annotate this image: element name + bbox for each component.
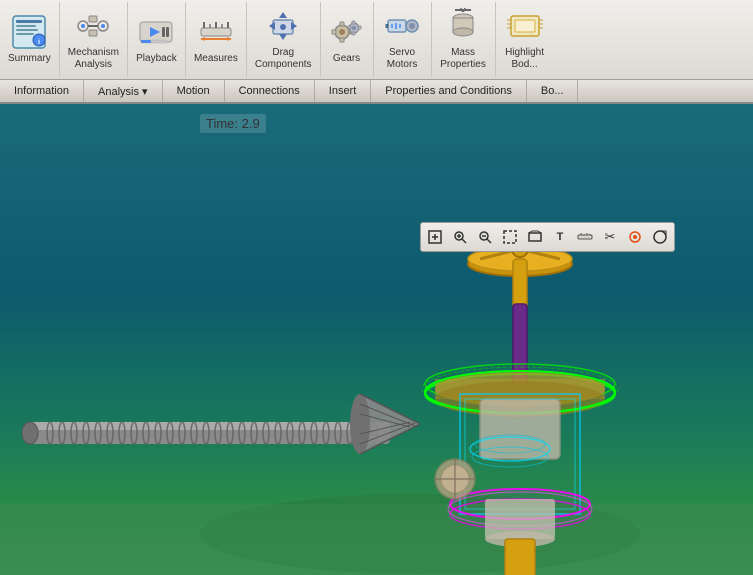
playback-button[interactable]: Playback	[128, 2, 186, 77]
drag-components-icon	[265, 8, 301, 44]
zoom-fit-button[interactable]	[423, 225, 447, 249]
ribbon-tabs: Information Analysis ▾ Motion Connection…	[0, 80, 753, 104]
tab-more[interactable]: Bo...	[527, 80, 579, 102]
main-toolbar: i Summary Mechanism Analysis	[0, 0, 753, 80]
tab-motion[interactable]: Motion	[163, 80, 225, 102]
view-toolbar: T ✂	[420, 222, 675, 252]
servo-motors-icon	[384, 8, 420, 44]
mechanism-analysis-icon	[75, 8, 111, 44]
3d-scene	[0, 104, 753, 575]
text-button[interactable]: T	[548, 225, 572, 249]
summary-icon: i	[11, 14, 47, 50]
playback-icon	[138, 14, 174, 50]
zoom-in-button[interactable]	[448, 225, 472, 249]
svg-text:i: i	[38, 39, 40, 46]
time-display: Time: 2.9	[200, 114, 266, 133]
servo-motors-button[interactable]: Servo Motors	[374, 2, 432, 77]
box-select-button[interactable]	[498, 225, 522, 249]
measure-ruler-button[interactable]	[573, 225, 597, 249]
tab-connections[interactable]: Connections	[225, 80, 315, 102]
measures-button[interactable]: Measures	[186, 2, 247, 77]
tab-information[interactable]: Information	[0, 80, 84, 102]
mechanism-analysis-label: Mechanism Analysis	[68, 47, 119, 71]
drag-components-button[interactable]: Drag Components	[247, 2, 321, 77]
viewport[interactable]: Time: 2.9 T ✂	[0, 104, 753, 575]
summary-button[interactable]: i Summary	[0, 2, 60, 77]
tab-insert[interactable]: Insert	[315, 80, 372, 102]
tab-analysis[interactable]: Analysis ▾	[84, 80, 163, 102]
highlight-button[interactable]	[623, 225, 647, 249]
mass-properties-icon	[445, 8, 481, 44]
cut-button[interactable]: ✂	[598, 225, 622, 249]
mass-properties-button[interactable]: Mass Properties	[432, 2, 496, 77]
orient-button[interactable]	[523, 225, 547, 249]
measures-label: Measures	[194, 53, 238, 65]
servo-motors-label: Servo Motors	[387, 47, 418, 71]
tab-properties[interactable]: Properties and Conditions	[371, 80, 527, 102]
summary-label: Summary	[8, 53, 51, 65]
highlight-body-icon	[507, 8, 543, 44]
gears-icon	[329, 14, 365, 50]
measures-icon	[198, 14, 234, 50]
drag-components-label: Drag Components	[255, 47, 312, 71]
playback-label: Playback	[136, 53, 177, 65]
mechanism-analysis-button[interactable]: Mechanism Analysis	[60, 2, 128, 77]
annotate-button[interactable]	[648, 225, 672, 249]
zoom-out-button[interactable]	[473, 225, 497, 249]
gears-label: Gears	[333, 53, 360, 65]
mass-properties-label: Mass Properties	[440, 47, 486, 71]
gears-button[interactable]: Gears	[321, 2, 374, 77]
highlight-body-label: Highlight Bod...	[505, 47, 544, 71]
highlight-body-button[interactable]: Highlight Bod...	[496, 2, 554, 77]
